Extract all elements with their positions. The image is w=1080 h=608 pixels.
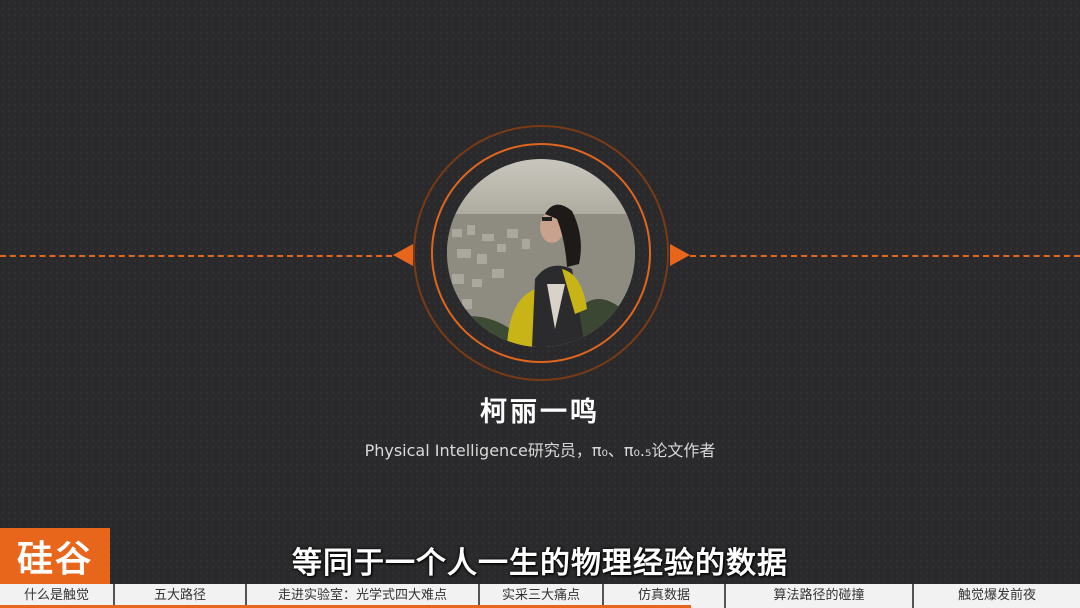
video-subtitle: 等同于一个人一生的物理经验的数据 [292, 546, 788, 581]
chapter-item[interactable]: 触觉爆发前夜 [912, 584, 1080, 608]
left-dashed-line [0, 255, 392, 257]
speaker-avatar [447, 159, 635, 347]
logo-text: 硅谷 [16, 539, 93, 580]
speaker-title: Physical Intelligence研究员，π₀、π₀.₅论文作者 [364, 441, 716, 460]
brand-logo-icon: 硅谷 [0, 528, 110, 584]
chapter-item[interactable]: 算法路径的碰撞 [724, 584, 912, 608]
right-arrow-icon [670, 244, 690, 266]
chapter-navbar: 什么是触觉 五大路径 走进实验室：光学式四大难点 实采三大痛点 仿真数据 算法路… [0, 584, 1080, 608]
right-dashed-line [690, 255, 1080, 257]
left-arrow-icon [393, 244, 413, 266]
speaker-name: 柯丽一鸣 [480, 397, 600, 428]
